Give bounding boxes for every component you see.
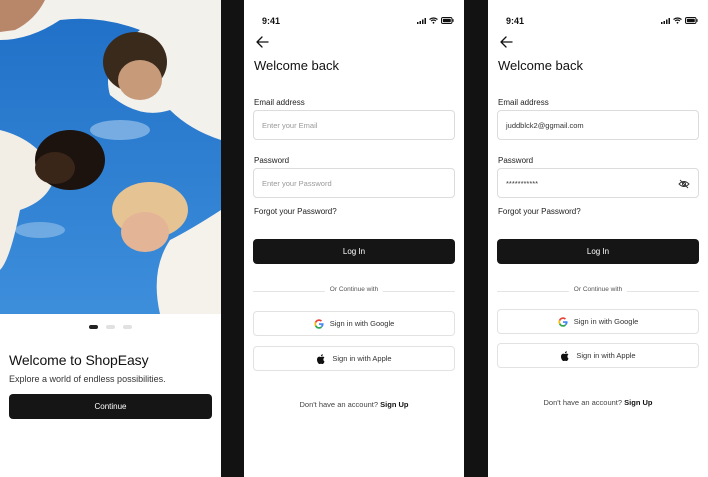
email-label: Email address [498,98,549,107]
apple-signin-label: Sign in with Apple [576,351,636,360]
onboarding-title: Welcome to ShopEasy [9,352,149,368]
signup-prompt-text: Don't have an account? [543,398,623,407]
email-placeholder: Enter your Email [262,120,318,130]
back-arrow-icon[interactable] [255,36,269,48]
status-time: 9:41 [262,16,281,26]
apple-signin-button[interactable]: Sign in with Apple [497,343,699,368]
email-label: Email address [254,98,305,107]
apple-signin-button[interactable]: Sign in with Apple [253,346,455,371]
email-field[interactable]: Enter your Email [253,110,455,140]
divider-text: Or Continue with [568,286,628,293]
password-label: Password [498,156,534,165]
signup-prompt: Don't have an account? Sign Up [244,400,464,409]
wifi-icon [673,17,682,24]
email-value: juddblck2@ggmail.com [506,120,584,130]
google-signin-label: Sign in with Google [329,319,395,328]
signup-prompt-text: Don't have an account? [299,400,379,409]
eye-off-icon[interactable] [678,178,690,190]
page-title: Welcome back [498,58,584,73]
page-title: Welcome back [254,58,340,73]
page-indicator [0,325,221,329]
apple-icon [317,353,325,364]
stage: Welcome to ShopEasy Explore a world of e… [0,0,708,477]
password-label: Password [254,156,290,165]
status-bar: 9:41 [488,16,708,28]
google-signin-label: Sign in with Google [573,317,639,326]
signup-link[interactable]: Sign Up [624,398,652,407]
page-dot[interactable] [106,325,115,329]
password-field[interactable]: *********** [497,168,699,198]
onboarding-screen: Welcome to ShopEasy Explore a world of e… [0,0,221,477]
divider: Or Continue with [253,286,455,296]
apple-signin-label: Sign in with Apple [332,354,392,363]
google-icon [558,316,568,327]
continue-button[interactable]: Continue [9,394,212,419]
battery-icon [685,17,698,24]
login-screen-empty: 9:41 Welcome back Email address Enter yo… [244,0,464,477]
battery-icon [441,17,454,24]
signal-icon [417,17,426,24]
signup-prompt: Don't have an account? Sign Up [488,398,708,407]
divider: Or Continue with [497,286,699,296]
password-value: *********** [506,178,539,188]
onboarding-subtitle: Explore a world of endless possibilities… [9,374,166,384]
hero-image [0,0,221,314]
email-field[interactable]: juddblck2@ggmail.com [497,110,699,140]
login-screen-filled: 9:41 Welcome back Email address juddblck… [488,0,708,477]
signup-link[interactable]: Sign Up [380,400,408,409]
divider-text: Or Continue with [324,286,384,293]
signal-icon [661,17,670,24]
back-arrow-icon[interactable] [499,36,513,48]
status-bar: 9:41 [244,16,464,28]
login-button[interactable]: Log In [253,239,455,264]
forgot-password-link[interactable]: Forgot your Password? [498,207,581,216]
page-dot[interactable] [123,325,132,329]
login-button[interactable]: Log In [497,239,699,264]
password-field[interactable]: Enter your Password [253,168,455,198]
wifi-icon [429,17,438,24]
page-dot-active[interactable] [89,325,98,329]
status-time: 9:41 [506,16,525,26]
password-placeholder: Enter your Password [262,178,332,188]
google-icon [314,318,324,329]
google-signin-button[interactable]: Sign in with Google [253,311,455,336]
forgot-password-link[interactable]: Forgot your Password? [254,207,337,216]
apple-icon [561,350,569,361]
google-signin-button[interactable]: Sign in with Google [497,309,699,334]
